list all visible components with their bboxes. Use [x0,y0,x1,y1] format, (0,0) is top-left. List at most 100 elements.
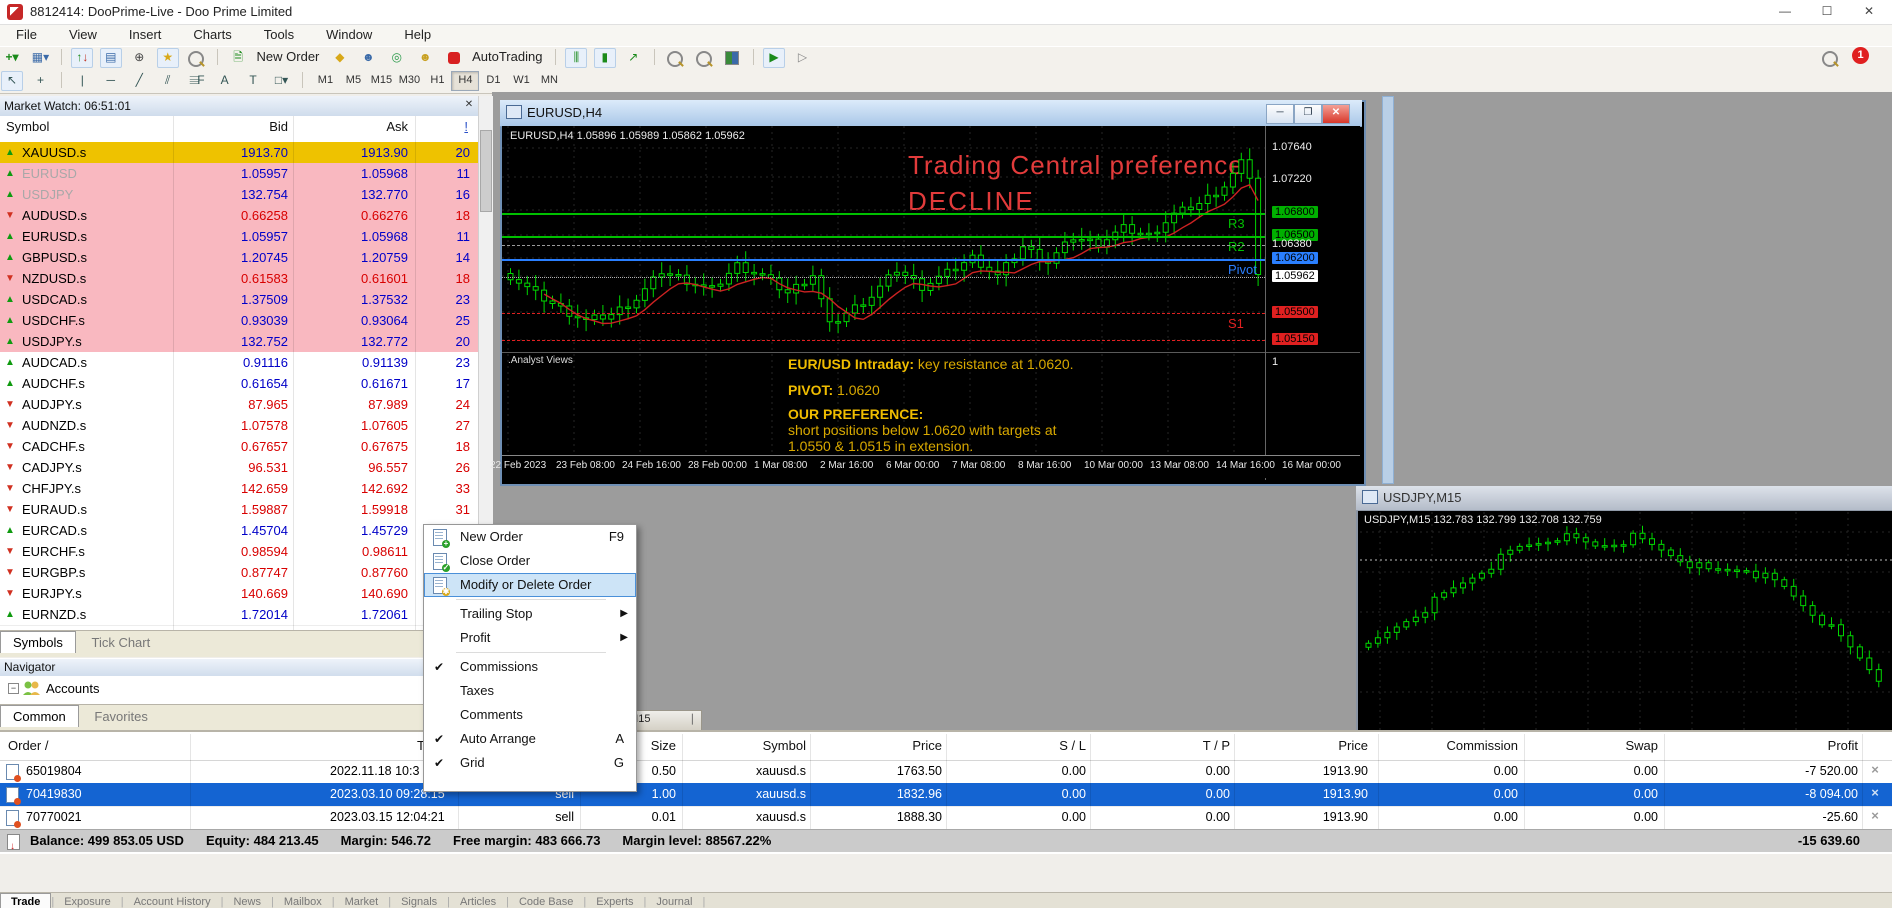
terminal-column-header-tp[interactable]: T / P [1120,738,1230,753]
terminal-tab-signals[interactable]: Signals [391,894,447,908]
market-watch-row[interactable]: ▲USDJPY132.754132.77016 [0,184,478,206]
terminal-tab-journal[interactable]: Journal [646,894,702,908]
options-icon[interactable]: ☻ [414,48,436,68]
notification-badge[interactable]: 1 [1852,47,1869,64]
chart-close-button[interactable]: ✕ [1322,104,1350,124]
terminal-tab-exposure[interactable]: Exposure [54,894,120,908]
terminal-tab-mailbox[interactable]: Mailbox [274,894,332,908]
tab-common[interactable]: Common [0,705,79,727]
menu-item-charts[interactable]: Charts [177,25,247,44]
autotrading-button[interactable]: AutoTrading [472,47,542,67]
fibonacci-button[interactable]: 𝄙F [185,71,207,91]
chart-window-eurusd-titlebar[interactable]: EURUSD,H4 [500,100,1362,127]
market-watch-row[interactable]: ▼EURGBP.s0.877470.87760 [0,562,478,584]
tile-windows-button[interactable] [721,48,743,68]
zoom-out-button[interactable] [693,48,715,68]
menu-item-auto-arrange[interactable]: ✔Auto ArrangeA [424,727,636,751]
terminal-tab-trade[interactable]: Trade [0,893,51,908]
menu-item-insert[interactable]: Insert [113,25,178,44]
market-watch-row[interactable]: ▲USDCHF.s0.930390.9306425 [0,310,478,332]
search-icon[interactable] [1822,49,1838,72]
market-watch-row[interactable]: ▼AUDUSD.s0.662580.6627618 [0,205,478,227]
auto-scroll-button[interactable]: ▶ [763,48,785,68]
terminal-column-header-price_current[interactable]: Price [1258,738,1368,753]
market-watch-row[interactable]: ▲GBPUSD.s1.207451.2075914 [0,247,478,269]
menu-item-trailing-stop[interactable]: Trailing Stop▶ [424,602,636,626]
zoom-in-button[interactable] [664,48,686,68]
timeframe-h1[interactable]: H1 [423,71,451,91]
market-watch-row[interactable]: ▲XAUUSD.s1913.701913.9020 [0,142,478,164]
menu-item-taxes[interactable]: Taxes [424,679,636,703]
market-watch-row[interactable]: ▼CADJPY.s96.53196.55726 [0,457,478,479]
market-watch-row[interactable]: ▼AUDJPY.s87.96587.98924 [0,394,478,416]
text-button[interactable]: A [214,71,236,91]
line-chart-button[interactable]: ↗ [622,48,644,68]
market-watch-row[interactable]: ▼AUDNZD.s1.075781.0760527 [0,415,478,437]
menu-item-new-order[interactable]: +New OrderF9 [424,525,636,549]
menu-item-commissions[interactable]: ✔Commissions [424,655,636,679]
timeframe-m5[interactable]: M5 [339,71,367,91]
equidistant-channel-button[interactable]: ⫽ [157,71,179,91]
timeframe-w1[interactable]: W1 [507,71,535,91]
market-watch-row[interactable]: ▲AUDCHF.s0.616540.6167117 [0,373,478,395]
market-watch-row[interactable]: ▼CHFJPY.s142.659142.69233 [0,478,478,500]
close-position-icon[interactable]: × [1868,786,1882,800]
crosshair-button[interactable]: + [29,71,51,91]
column-header-bid[interactable]: Bid [238,119,288,134]
market-watch-row[interactable]: ▼CADCHF.s0.676570.6767518 [0,436,478,458]
menu-item-modify-or-delete-order[interactable]: ✱Modify or Delete Order [424,573,636,597]
market-watch-row[interactable]: ▲EURUSD1.059571.0596811 [0,163,478,185]
menu-item-tools[interactable]: Tools [248,25,310,44]
terminal-column-header-swap[interactable]: Swap [1548,738,1658,753]
close-position-icon[interactable]: × [1868,763,1882,777]
tab-favorites[interactable]: Favorites [82,706,159,727]
menu-item-comments[interactable]: Comments [424,703,636,727]
data-window-toggle[interactable]: ▤ [100,48,122,68]
market-watch-row[interactable]: ▼EURCHF.s0.985940.98611 [0,541,478,563]
tree-expander-icon[interactable]: − [8,683,19,694]
chart-restore-button[interactable]: ❐ [1294,104,1322,124]
timeframe-m1[interactable]: M1 [311,71,339,91]
metaeditor-icon[interactable]: ☻ [357,48,379,68]
profiles-button[interactable]: ▦▾ [29,48,51,68]
market-watch-row[interactable]: ▲EURNZD.s1.720141.72061 [0,604,478,626]
menu-item-close-order[interactable]: ✓Close Order [424,549,636,573]
market-watch-row[interactable]: ▲EURUSD.s1.059571.0596811 [0,226,478,248]
menu-item-view[interactable]: View [53,25,113,44]
market-watch-row[interactable]: ▼NZDUSD.s0.615830.6160118 [0,268,478,290]
terminal-column-header-symbol[interactable]: Symbol [696,738,806,753]
minimize-button[interactable]: — [1764,0,1806,23]
column-header-symbol[interactable]: Symbol [6,119,49,134]
new-order-button[interactable]: New Order [257,47,320,67]
candlestick-chart-button[interactable]: ▮ [594,48,616,68]
menu-item-help[interactable]: Help [388,25,447,44]
mdi-scrollbar[interactable] [1382,96,1394,484]
trendline-button[interactable]: ╱ [128,71,150,91]
terminal-toggle[interactable]: ★ [157,48,179,68]
community-icon[interactable]: ◎ [386,48,408,68]
text-label-button[interactable]: T [242,71,264,91]
chart-minimize-button[interactable]: ─ [1266,104,1294,124]
market-watch-close-icon[interactable]: ✕ [462,98,476,112]
vertical-line-button[interactable]: | [71,71,93,91]
close-button[interactable]: ✕ [1848,0,1890,23]
strategy-tester-button[interactable] [185,48,207,68]
maximize-button[interactable]: ☐ [1806,0,1848,23]
terminal-tab-experts[interactable]: Experts [586,894,643,908]
menu-item-file[interactable]: File [0,25,53,44]
column-header-ask[interactable]: Ask [358,119,408,134]
terminal-column-header-price[interactable]: Price [832,738,942,753]
market-watch-row[interactable]: ▼EURJPY.s140.669140.690 [0,583,478,605]
new-order-icon[interactable]: 🗎 [227,48,249,68]
timeframe-m30[interactable]: M30 [395,71,423,91]
new-chart-button[interactable]: +▾ [1,48,23,68]
terminal-column-header-order[interactable]: Order / [8,738,48,753]
autotrading-icon[interactable] [443,48,465,68]
market-watch-row[interactable]: ▲USDJPY.s132.752132.77220 [0,331,478,353]
market-watch-row[interactable]: ▲AUDCAD.s0.911160.9113923 [0,352,478,374]
date-axis[interactable]: 22 Feb 202323 Feb 08:0024 Feb 16:0028 Fe… [502,456,1360,478]
column-header-spread[interactable]: ! [440,119,468,134]
arrows-button[interactable]: □▾ [271,71,293,91]
navigator-toggle[interactable]: ⊕ [128,48,150,68]
tab-tick-chart[interactable]: Tick Chart [79,632,162,653]
